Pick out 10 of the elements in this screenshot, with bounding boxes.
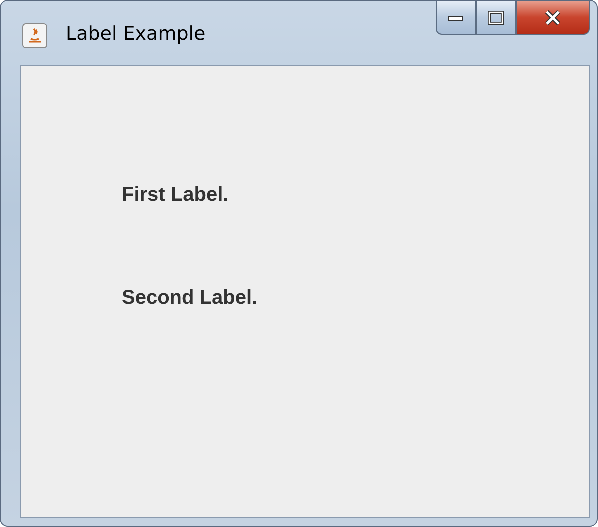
maximize-button[interactable] — [476, 1, 516, 35]
text-label: First Label. — [122, 184, 229, 207]
minimize-icon — [448, 14, 464, 22]
close-icon — [544, 10, 562, 26]
text-label: Second Label. — [122, 287, 258, 310]
window-title: Label Example — [66, 23, 206, 45]
close-button[interactable] — [516, 1, 590, 35]
app-icon — [22, 23, 48, 49]
maximize-icon — [488, 10, 504, 24]
minimize-button[interactable] — [436, 1, 476, 35]
